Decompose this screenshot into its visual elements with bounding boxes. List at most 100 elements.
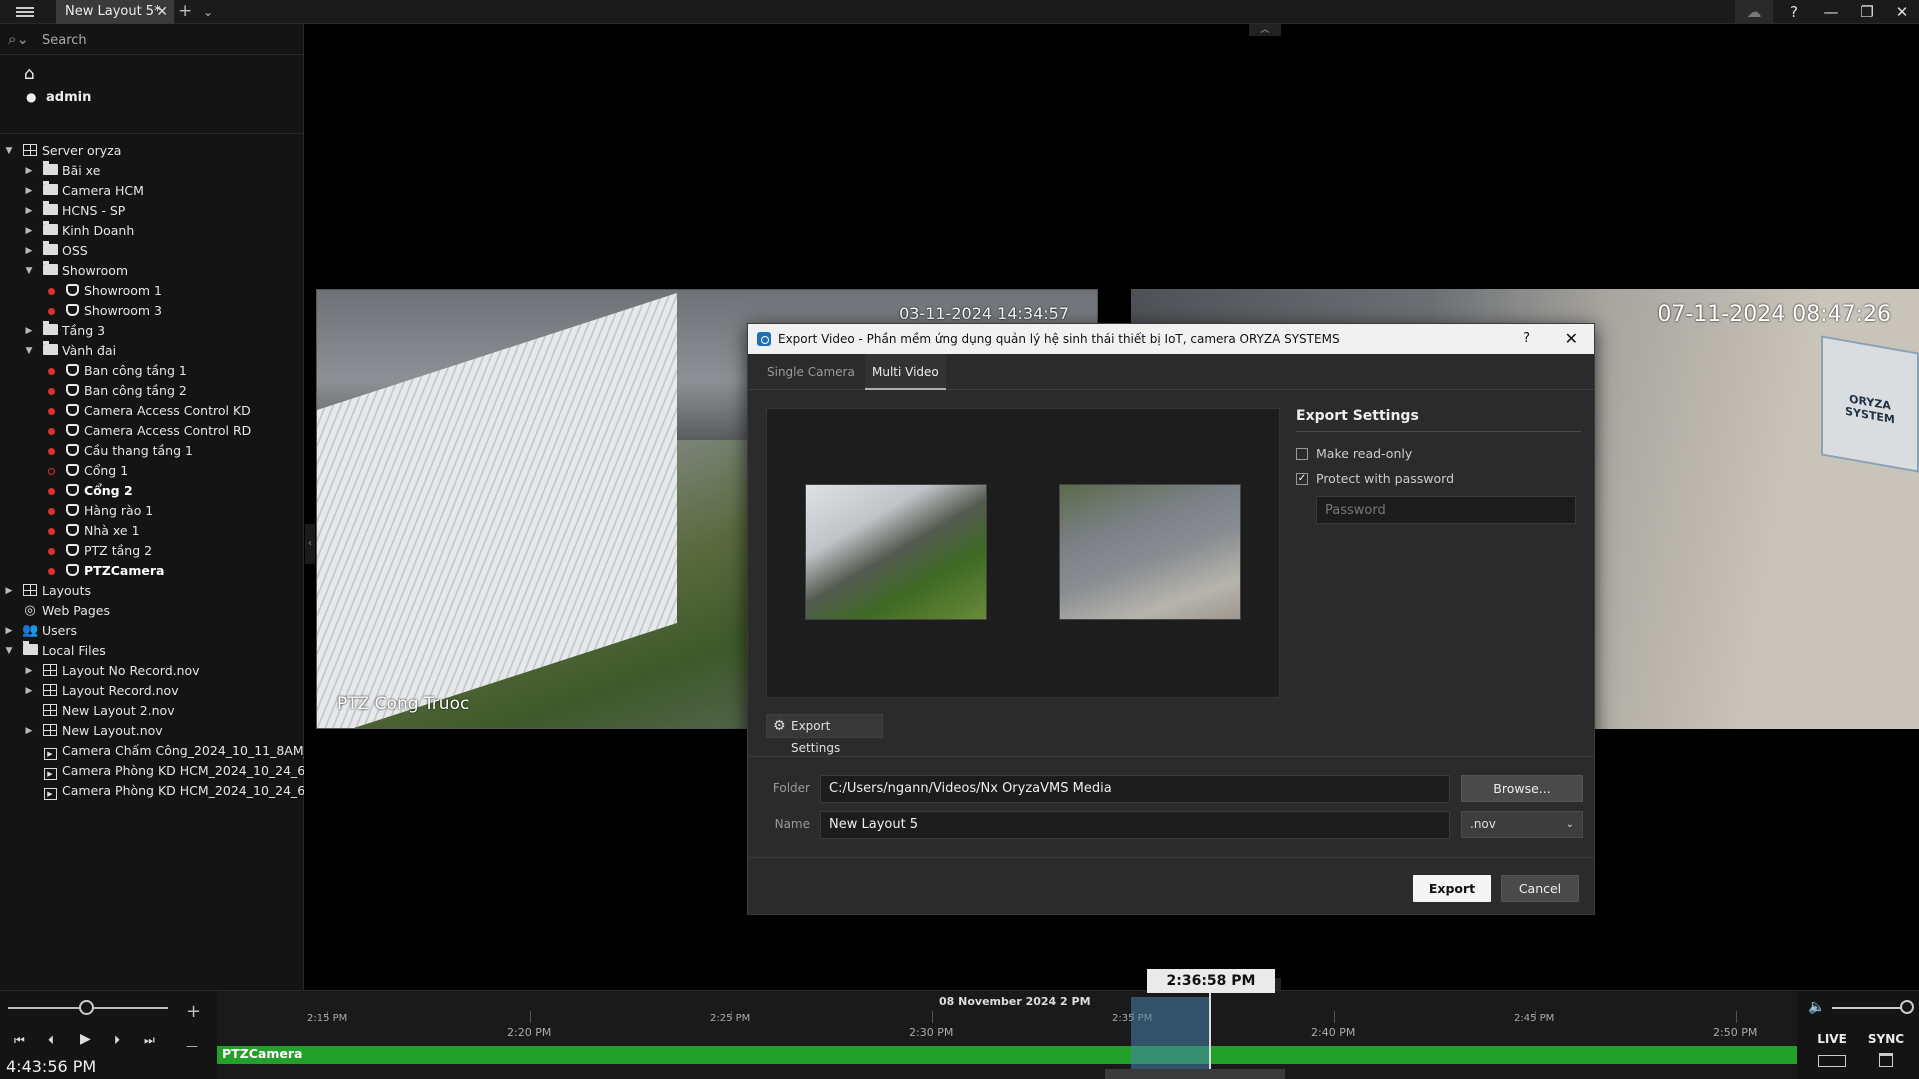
add-tab-icon[interactable]: + <box>178 0 192 22</box>
zoom-in-icon[interactable]: + <box>186 1001 201 1022</box>
protect-password-row[interactable]: ✓ Protect with password <box>1296 470 1496 488</box>
live-button[interactable]: LIVE <box>1806 1027 1858 1051</box>
tree-item[interactable]: Ban công tầng 2 <box>0 381 304 401</box>
play-icon[interactable]: ▶ <box>80 1031 91 1047</box>
collapsed-arrow-icon[interactable]: ▶ <box>4 581 14 601</box>
calendar-icon[interactable] <box>1879 1053 1893 1067</box>
tree-item[interactable]: ▼ Vành đai <box>0 341 304 361</box>
tree-item[interactable]: ▶ Camera HCM <box>0 181 304 201</box>
timeline-scrollbar[interactable] <box>1105 1069 1285 1079</box>
tree-item[interactable]: ▶ Camera Phòng KD HCM_2024_10_24_6... <box>0 761 304 781</box>
zoom-out-icon[interactable]: — <box>186 1039 198 1053</box>
tree-item[interactable]: Ban công tầng 1 <box>0 361 304 381</box>
expanded-arrow-icon[interactable]: ▼ <box>4 141 14 161</box>
tree-item[interactable]: ▼ Server oryza <box>0 141 304 161</box>
help-icon[interactable]: ? <box>1523 324 1530 354</box>
timeline-layout-icon[interactable] <box>1818 1055 1846 1067</box>
tab-multi-video[interactable]: Multi Video <box>865 354 946 390</box>
tab-close-icon[interactable]: ✕ <box>156 0 168 24</box>
collapsed-arrow-icon[interactable]: ▶ <box>24 721 34 741</box>
user-name[interactable]: admin <box>46 90 91 105</box>
make-readonly-row[interactable]: Make read-only <box>1296 445 1496 463</box>
left-panel-toggle-icon[interactable]: ‹ <box>305 524 315 564</box>
sync-button[interactable]: SYNC <box>1860 1027 1912 1051</box>
camera-track[interactable]: PTZCamera <box>217 1046 1797 1064</box>
selection-range[interactable] <box>1131 997 1209 1069</box>
tree-item[interactable]: ▶ Layout No Record.nov <box>0 661 304 681</box>
search-input[interactable] <box>42 30 292 50</box>
help-icon[interactable]: ? <box>1778 0 1810 24</box>
volume-slider[interactable] <box>1832 1007 1906 1009</box>
make-readonly-checkbox[interactable] <box>1296 448 1308 460</box>
hamburger-menu-icon[interactable] <box>16 5 34 19</box>
collapsed-arrow-icon[interactable]: ▶ <box>24 201 34 221</box>
extension-select[interactable]: .nov ⌄ <box>1461 811 1583 838</box>
protect-password-checkbox[interactable]: ✓ <box>1296 473 1308 485</box>
search-icon[interactable]: ⌕⌄ <box>8 30 29 48</box>
tree-item[interactable]: Camera Access Control KD <box>0 401 304 421</box>
tree-item[interactable]: Hàng rào 1 <box>0 501 304 521</box>
tree-item[interactable]: Showroom 1 <box>0 281 304 301</box>
skip-forward-icon[interactable]: ⏭ <box>144 1033 155 1048</box>
password-field[interactable] <box>1316 496 1576 524</box>
collapsed-arrow-icon[interactable]: ▶ <box>24 681 34 701</box>
tree-item[interactable]: ▶ Bãi xe <box>0 161 304 181</box>
collapsed-arrow-icon[interactable]: ▶ <box>24 161 34 181</box>
close-window-icon[interactable]: ✕ <box>1886 0 1918 24</box>
tree-item[interactable]: PTZ tầng 2 <box>0 541 304 561</box>
tree-item[interactable]: New Layout 2.nov <box>0 701 304 721</box>
tree-item[interactable]: ▶ Layout Record.nov <box>0 681 304 701</box>
tab-single-camera[interactable]: Single Camera <box>760 354 862 390</box>
folder-field[interactable]: C:/Users/ngann/Videos/Nx OryzaVMS Media <box>820 775 1450 803</box>
tree-item[interactable]: ▶ Camera Phòng KD HCM_2024_10_24_6... <box>0 781 304 801</box>
timeline-cursor[interactable] <box>1209 991 1211 1079</box>
collapsed-arrow-icon[interactable]: ▶ <box>24 181 34 201</box>
tree-item[interactable]: Showroom 3 <box>0 301 304 321</box>
collapsed-arrow-icon[interactable]: ▶ <box>24 661 34 681</box>
speed-slider-knob[interactable] <box>79 1000 94 1015</box>
tree-item[interactable]: Camera Access Control RD <box>0 421 304 441</box>
collapsed-arrow-icon[interactable]: ▶ <box>4 621 14 641</box>
export-settings-button[interactable]: ⚙ Export Settings <box>766 714 883 755</box>
volume-icon[interactable]: 🔈 <box>1808 999 1825 1015</box>
collapsed-arrow-icon[interactable]: ▶ <box>24 241 34 261</box>
tree-item[interactable]: ▶ 👥 Users <box>0 621 304 641</box>
tree-item[interactable]: Cổng 1 <box>0 461 304 481</box>
skip-back-icon[interactable]: ⏮ <box>14 1033 25 1048</box>
timeline[interactable]: 08 November 2024 2 PM 2:15 PM 2:20 PM 2:… <box>217 991 1797 1079</box>
expanded-arrow-icon[interactable]: ▼ <box>4 641 14 661</box>
expanded-arrow-icon[interactable]: ▼ <box>24 341 34 361</box>
cancel-button[interactable]: Cancel <box>1501 875 1579 902</box>
minimize-icon[interactable]: — <box>1815 0 1847 24</box>
tree-item[interactable]: ▶ HCNS - SP <box>0 201 304 221</box>
tree-item[interactable]: PTZCamera <box>0 561 304 581</box>
tree-item[interactable]: Cầu thang tầng 1 <box>0 441 304 461</box>
step-forward-icon[interactable]: ⏵ <box>114 1033 120 1048</box>
tree-item[interactable]: ▶ OSS <box>0 241 304 261</box>
restore-icon[interactable]: ❐ <box>1851 0 1883 24</box>
collapsed-arrow-icon[interactable]: ▶ <box>24 221 34 241</box>
close-icon[interactable]: ✕ <box>1565 324 1578 354</box>
chevron-down-icon[interactable]: ⌄ <box>203 0 213 24</box>
export-button[interactable]: Export <box>1413 875 1491 902</box>
tree-item[interactable]: Cổng 2 <box>0 481 304 501</box>
volume-slider-knob[interactable] <box>1900 1000 1914 1014</box>
tab-new-layout-5[interactable]: New Layout 5* ✕ <box>56 0 174 24</box>
tree-item[interactable]: ▼ Local Files <box>0 641 304 661</box>
name-field[interactable]: New Layout 5 <box>820 811 1450 839</box>
tree-item[interactable]: ▶ Kinh Doanh <box>0 221 304 241</box>
tree-item[interactable]: ▶ Layouts <box>0 581 304 601</box>
expanded-arrow-icon[interactable]: ▼ <box>24 261 34 281</box>
home-icon[interactable]: ⌂ <box>24 64 35 84</box>
collapsed-arrow-icon[interactable]: ▶ <box>24 321 34 341</box>
tree-item[interactable]: ▶ Tầng 3 <box>0 321 304 341</box>
tree-item[interactable]: ◎ Web Pages <box>0 601 304 621</box>
tree-item[interactable]: ▶ Camera Chấm Công_2024_10_11_8AM_... <box>0 741 304 761</box>
collapse-top-icon[interactable]: ︿ <box>1249 24 1281 36</box>
tree-item[interactable]: Nhà xe 1 <box>0 521 304 541</box>
cloud-icon[interactable]: ☁ <box>1735 0 1773 24</box>
tree-item[interactable]: ▶ New Layout.nov <box>0 721 304 741</box>
browse-button[interactable]: Browse... <box>1461 775 1583 802</box>
step-back-icon[interactable]: ⏴ <box>48 1033 54 1048</box>
tree-item[interactable]: ▼ Showroom <box>0 261 304 281</box>
